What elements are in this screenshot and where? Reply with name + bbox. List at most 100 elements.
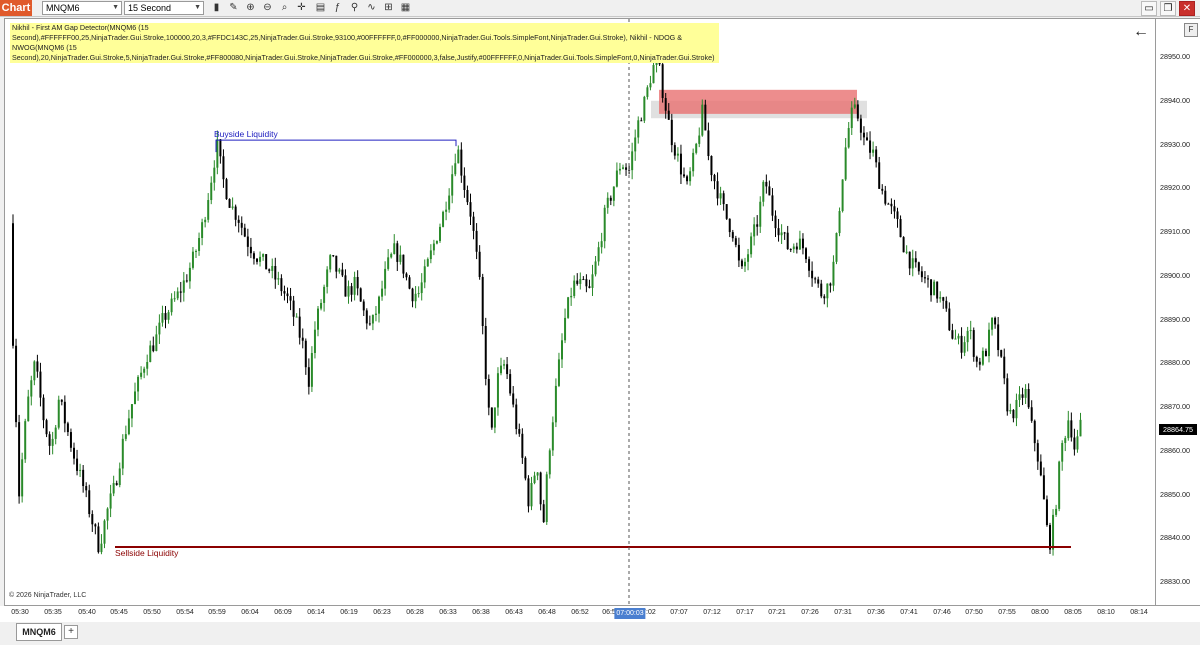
candle-body	[1000, 350, 1003, 357]
candle-body	[344, 275, 347, 297]
candle-body	[820, 283, 823, 297]
time-tick-label: 07:21	[768, 609, 786, 616]
candle-body	[76, 458, 79, 471]
candle-body	[634, 137, 637, 152]
candle-body	[121, 438, 124, 469]
candle-body	[130, 404, 133, 419]
candle-body	[69, 432, 72, 448]
snapshot-icon[interactable]: ⊞	[382, 1, 395, 14]
zoom-out-icon[interactable]: ⊖	[261, 1, 274, 14]
candle-body	[448, 195, 451, 210]
candle-body	[594, 261, 597, 275]
bar-chart-icon[interactable]: ▮	[210, 1, 223, 14]
candle-body	[786, 232, 789, 250]
candle-body	[112, 483, 115, 494]
time-tick-label: 06:33	[439, 609, 457, 616]
candle-body	[286, 293, 289, 297]
candle-body	[887, 203, 890, 205]
close-icon[interactable]: ✕	[1179, 1, 1195, 16]
magnifier-icon[interactable]: ⌕	[278, 1, 291, 14]
candle-body	[210, 182, 213, 201]
candle-body	[195, 250, 197, 252]
candle-body	[42, 397, 45, 421]
interval-selector[interactable]: 15 Second ▼	[124, 1, 204, 15]
indicators-icon[interactable]: ƒ	[331, 1, 344, 14]
candle-body	[399, 254, 402, 262]
candle-body	[91, 514, 94, 525]
candle-body	[731, 232, 734, 239]
format-button[interactable]: F	[1184, 23, 1198, 37]
zoom-in-icon[interactable]: ⊕	[244, 1, 257, 14]
candle-body	[143, 368, 146, 373]
candle-body	[783, 232, 786, 234]
candle-body	[923, 277, 926, 279]
strategy-icon[interactable]: ▤	[314, 1, 327, 14]
tab-mnqm6[interactable]: MNQM6	[16, 623, 62, 641]
crosshair-icon[interactable]: ✛	[295, 1, 308, 14]
candle-body	[176, 291, 179, 299]
candle-body	[66, 423, 69, 433]
candle-body	[353, 276, 356, 295]
candle-body	[966, 330, 969, 343]
candle-body	[426, 259, 429, 267]
candle-body	[106, 508, 109, 521]
instrument-selector[interactable]: MNQM6 ▼	[42, 1, 122, 15]
candle-body	[271, 266, 274, 271]
candle-body	[292, 300, 295, 317]
time-tick-label: 07:50	[965, 609, 983, 616]
candle-body	[524, 457, 527, 479]
candle-body	[259, 256, 262, 262]
candle-body	[252, 253, 255, 259]
candle-body	[692, 152, 695, 172]
candle-body	[722, 193, 725, 205]
candle-body	[899, 219, 902, 238]
candle-body	[469, 202, 472, 217]
interval-value: 15 Second	[128, 3, 172, 13]
candle-body	[274, 266, 277, 280]
candle-body	[359, 288, 362, 302]
candle-body	[152, 345, 155, 351]
time-tick-label: 05:54	[176, 609, 194, 616]
buyside-liquidity-line	[215, 139, 457, 153]
candle-body	[329, 255, 332, 270]
candle-body	[911, 258, 914, 269]
chart-window-tab[interactable]: Chart	[0, 0, 32, 16]
candle-body	[39, 371, 42, 398]
candle-body	[737, 244, 740, 261]
candle-body	[795, 246, 798, 250]
candle-body	[612, 186, 615, 201]
minimize-icon[interactable]: ▭	[1141, 1, 1157, 16]
chart-panel[interactable]: Nikhil - First AM Gap Detector(MNQM6 (15…	[4, 18, 1156, 606]
candle-body	[622, 167, 624, 169]
restore-icon[interactable]: ❐	[1160, 1, 1176, 16]
candle-body	[676, 153, 679, 156]
candle-body	[503, 364, 506, 366]
price-chart[interactable]	[5, 19, 1156, 606]
candle-body	[243, 227, 246, 237]
candle-body	[30, 380, 33, 397]
candle-body	[521, 433, 524, 458]
candle-body	[811, 270, 814, 279]
candle-body	[140, 372, 143, 377]
add-tab-button[interactable]: +	[64, 625, 78, 639]
templates-icon[interactable]: ∿	[365, 1, 378, 14]
pencil-icon[interactable]: ✎	[227, 1, 240, 14]
time-axis[interactable]: 05:30 05:35 05:40 05:45 05:50 05:54 05:59 06:04…	[0, 606, 1200, 623]
last-price-marker: 28864.75	[1159, 424, 1197, 436]
candle-body	[326, 269, 329, 287]
candle-body	[24, 421, 27, 460]
candle-body	[597, 247, 600, 262]
candle-body	[27, 396, 30, 422]
candle-body	[323, 286, 326, 303]
candle-body	[63, 401, 66, 424]
price-tick-label: 28930.00	[1160, 139, 1190, 149]
properties-icon[interactable]: ⚲	[348, 1, 361, 14]
candle-body	[817, 279, 820, 284]
candle-body	[280, 278, 283, 292]
back-arrow-icon[interactable]: ←	[1133, 23, 1149, 41]
data-box-icon[interactable]: ▦	[399, 1, 412, 14]
candle-body	[231, 206, 234, 208]
time-tick-label: 06:48	[538, 609, 556, 616]
candle-body	[103, 520, 106, 544]
price-axis[interactable]: F 28950.00 28940.00 28930.00 28920.00 28910.…	[1156, 18, 1200, 606]
